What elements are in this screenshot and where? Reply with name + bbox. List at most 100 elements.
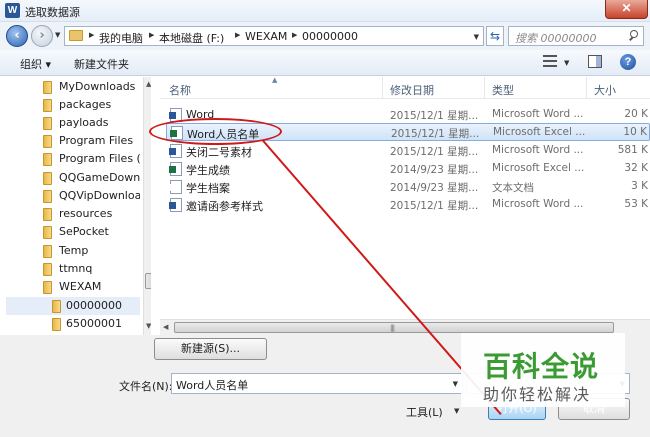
file-size: 32 K <box>624 162 648 174</box>
tree-item-label: QQVipDownloa <box>59 189 140 202</box>
file-name: 邀请函参考样式 <box>186 200 263 213</box>
recent-locations-dropdown-icon[interactable]: ▼ <box>55 31 60 39</box>
tree-item[interactable]: ttmnq <box>6 260 140 278</box>
tree-item-label: 65000001 <box>66 317 122 330</box>
folder-icon <box>43 226 52 239</box>
tree-item-label: QQGameDownl <box>59 171 140 184</box>
breadcrumb-separator-icon[interactable]: ▶ <box>292 31 297 39</box>
tree-item[interactable]: packages <box>6 96 140 114</box>
folder-icon <box>52 318 61 331</box>
breadcrumb-wexam[interactable]: WEXAM <box>245 30 287 43</box>
tree-item[interactable]: QQGameDownl <box>6 169 140 187</box>
tree-scroll-thumb[interactable] <box>145 273 151 289</box>
view-dropdown-icon[interactable]: ▼ <box>564 59 569 67</box>
title-bar: W 选取数据源 ✕ <box>0 0 650 22</box>
browser-content: MyDownloads packages payloads Program Fi… <box>0 76 650 335</box>
address-dropdown-icon[interactable]: ▼ <box>474 33 479 41</box>
tree-item-label: packages <box>59 98 112 111</box>
tree-item-label: Program Files <box>59 134 134 147</box>
tree-item[interactable]: 65000001 <box>6 315 140 333</box>
search-input[interactable]: 搜索 00000000 <box>508 26 644 46</box>
refresh-button[interactable]: ⇆ <box>486 26 504 46</box>
column-header-row: ▲ 名称 修改日期 类型 大小 <box>160 76 650 99</box>
preview-pane-icon[interactable] <box>588 55 602 68</box>
file-size: 3 K <box>631 180 648 192</box>
tree-item[interactable]: MyDownloads <box>6 78 140 96</box>
tree-item[interactable]: SePocket <box>6 223 140 241</box>
scroll-up-arrow-icon[interactable]: ▲ <box>146 80 151 88</box>
column-divider[interactable] <box>586 77 587 99</box>
address-box[interactable]: ▶ 我的电脑 ▶ 本地磁盘 (F:) ▶ WEXAM ▶ 00000000 ▼ <box>64 26 484 46</box>
tree-item-selected[interactable]: 00000000 <box>6 297 140 315</box>
tree-item[interactable]: resources <box>6 205 140 223</box>
window-title: 选取数据源 <box>25 6 80 19</box>
breadcrumb-separator-icon[interactable]: ▶ <box>89 31 94 39</box>
filename-dropdown-icon[interactable]: ▼ <box>453 380 458 388</box>
file-date: 2014/9/23 星期... <box>390 164 479 176</box>
view-options-icon[interactable] <box>543 55 557 67</box>
help-icon[interactable]: ? <box>620 54 636 70</box>
file-size: 53 K <box>624 198 648 210</box>
organize-menu[interactable]: 组织 ▾ <box>20 56 51 72</box>
column-size[interactable]: 大小 <box>594 82 616 98</box>
text-file-icon <box>169 180 182 194</box>
folder-icon <box>52 300 61 313</box>
address-bar-row: ‹ › ▼ ▶ 我的电脑 ▶ 本地磁盘 (F:) ▶ WEXAM ▶ 00000… <box>0 22 650 50</box>
forward-button[interactable]: › <box>31 25 53 47</box>
tree-item[interactable]: Program Files (x <box>6 150 140 168</box>
back-button[interactable]: ‹ <box>6 25 28 47</box>
file-size: 10 K <box>623 126 647 138</box>
folder-icon <box>43 135 52 148</box>
file-size: 581 K <box>617 144 648 156</box>
breadcrumb-separator-icon[interactable]: ▶ <box>235 31 240 39</box>
folder-icon <box>69 30 83 41</box>
tree-item-label: MyDownloads <box>59 80 136 93</box>
tree-item[interactable]: payloads <box>6 114 140 132</box>
folder-icon <box>43 190 52 203</box>
file-type: 文本文档 <box>492 182 534 194</box>
folder-icon <box>43 99 52 112</box>
file-row[interactable]: 学生成绩 2014/9/23 星期... Microsoft Excel ...… <box>166 160 650 178</box>
breadcrumb-separator-icon[interactable]: ▶ <box>149 31 154 39</box>
new-folder-button[interactable]: 新建文件夹 <box>74 56 129 72</box>
file-row[interactable]: 关闭二号素材 2015/12/1 星期... Microsoft Word ..… <box>166 142 650 160</box>
column-divider[interactable] <box>484 77 485 99</box>
close-button[interactable]: ✕ <box>605 0 648 19</box>
scroll-down-arrow-icon[interactable]: ▼ <box>146 322 151 330</box>
search-icon[interactable] <box>628 29 639 40</box>
tree-item-label: Program Files (x <box>59 152 140 165</box>
scroll-left-arrow-icon[interactable]: ◀ <box>163 323 168 331</box>
tree-item[interactable]: Temp <box>6 242 140 260</box>
file-date: 2015/12/1 星期... <box>391 128 480 140</box>
tools-dropdown-icon[interactable]: ▼ <box>454 407 459 415</box>
tree-scrollbar[interactable]: ▲ ▼ <box>143 77 151 335</box>
horizontal-scroll-thumb[interactable]: ||| <box>174 322 614 333</box>
word-app-icon: W <box>5 3 20 18</box>
column-type[interactable]: 类型 <box>492 82 514 98</box>
file-date: 2015/12/1 星期... <box>390 146 479 158</box>
breadcrumb-my-computer[interactable]: 我的电脑 <box>99 30 143 46</box>
file-type: Microsoft Word ... <box>492 198 584 210</box>
tree-item[interactable]: WEXAM <box>6 278 140 296</box>
tree-item-label: resources <box>59 207 113 220</box>
column-date[interactable]: 修改日期 <box>390 82 434 98</box>
sort-ascending-icon: ▲ <box>272 76 278 84</box>
tools-menu[interactable]: 工具(L) <box>406 404 443 420</box>
filename-input[interactable]: Word人员名单 ▼ <box>171 373 463 394</box>
file-row[interactable]: 邀请函参考样式 2015/12/1 星期... Microsoft Word .… <box>166 196 650 214</box>
breadcrumb-local-disk[interactable]: 本地磁盘 (F:) <box>159 30 224 46</box>
new-source-button[interactable]: 新建源(S)... <box>154 338 267 360</box>
folder-icon <box>43 81 52 94</box>
file-name: 学生档案 <box>186 182 230 195</box>
file-type: Microsoft Excel ... <box>492 162 585 174</box>
file-row[interactable]: 学生档案 2014/9/23 星期... 文本文档 3 K <box>166 178 650 196</box>
filename-label: 文件名(N): <box>119 380 173 393</box>
file-size: 20 K <box>624 108 648 120</box>
tree-item[interactable]: QQVipDownloa <box>6 187 140 205</box>
tree-item-label: 00000000 <box>66 299 122 312</box>
column-name[interactable]: 名称 <box>169 82 191 98</box>
tree-item[interactable]: Program Files <box>6 132 140 150</box>
column-divider[interactable] <box>382 77 383 99</box>
file-name: 关闭二号素材 <box>186 146 252 159</box>
breadcrumb-current-folder[interactable]: 00000000 <box>302 30 358 43</box>
